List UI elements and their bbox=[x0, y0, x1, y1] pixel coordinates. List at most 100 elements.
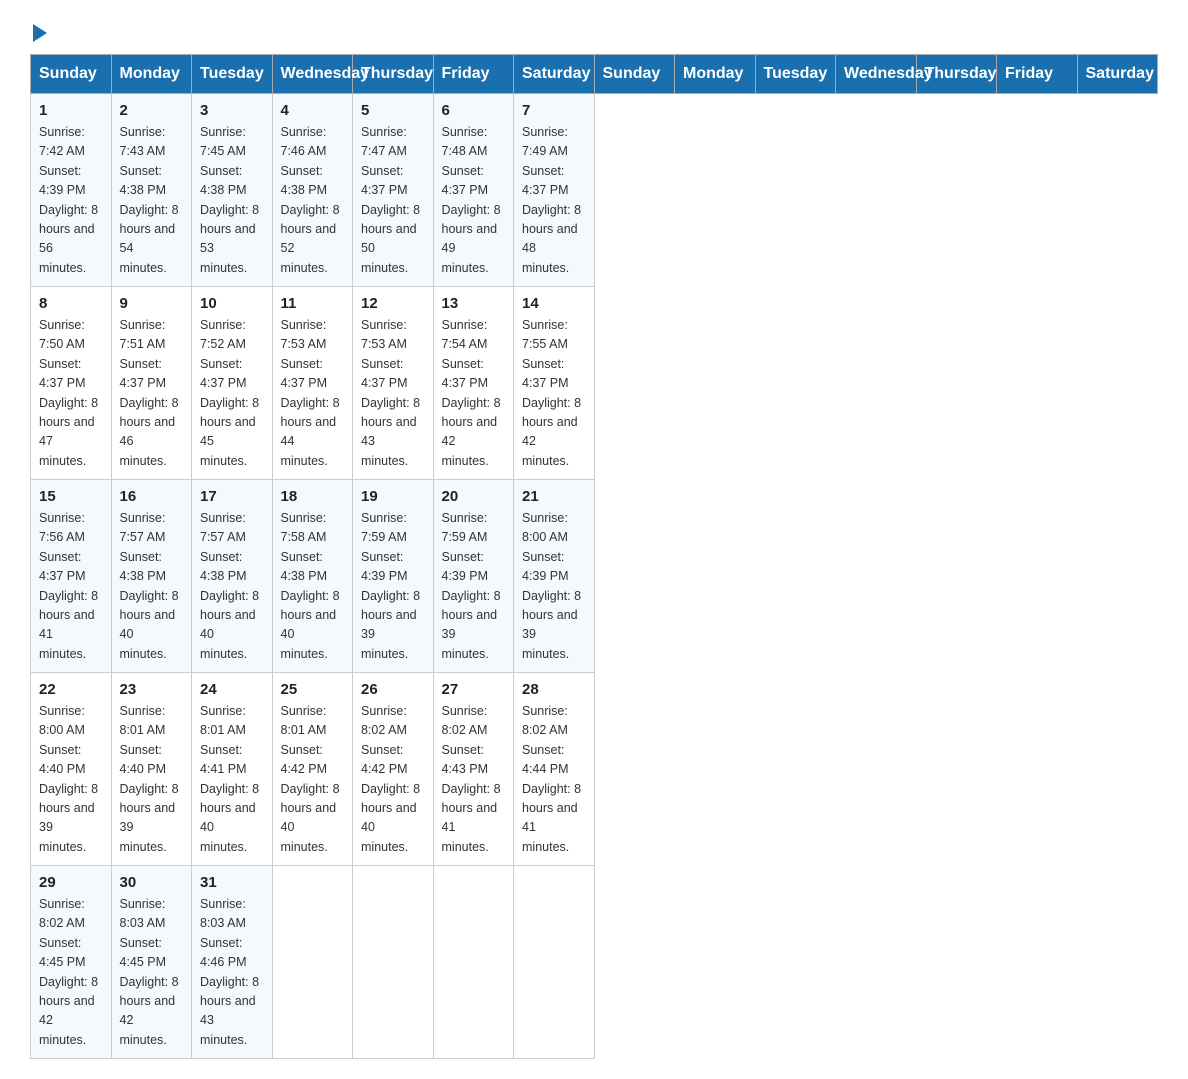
day-info: Sunrise: 8:02 AMSunset: 4:43 PMDaylight:… bbox=[442, 702, 506, 857]
day-number: 29 bbox=[39, 874, 103, 891]
day-number: 1 bbox=[39, 102, 103, 119]
logo-arrow-icon bbox=[33, 24, 47, 42]
day-info: Sunrise: 7:59 AMSunset: 4:39 PMDaylight:… bbox=[361, 509, 425, 664]
day-number: 17 bbox=[200, 488, 264, 505]
header-sunday: Sunday bbox=[594, 55, 675, 94]
day-number: 9 bbox=[120, 295, 184, 312]
day-number: 31 bbox=[200, 874, 264, 891]
day-info: Sunrise: 8:00 AMSunset: 4:40 PMDaylight:… bbox=[39, 702, 103, 857]
calendar-cell: 26Sunrise: 8:02 AMSunset: 4:42 PMDayligh… bbox=[353, 673, 434, 866]
day-number: 8 bbox=[39, 295, 103, 312]
day-info: Sunrise: 7:58 AMSunset: 4:38 PMDaylight:… bbox=[281, 509, 345, 664]
calendar-cell: 22 Sunrise: 8:00 AMSunset: 4:40 PMDayligh… bbox=[31, 673, 112, 866]
calendar-cell: 24 Sunrise: 8:01 AMSunset: 4:41 PMDayligh… bbox=[192, 673, 273, 866]
day-info: Sunrise: 8:01 AMSunset: 4:41 PMDaylight:… bbox=[200, 702, 264, 857]
header-friday: Friday bbox=[433, 55, 514, 94]
day-number: 16 bbox=[120, 488, 184, 505]
header-tuesday: Tuesday bbox=[755, 55, 836, 94]
day-info: Sunrise: 8:00 AMSunset: 4:39 PMDaylight:… bbox=[522, 509, 586, 664]
calendar-cell: 4 Sunrise: 7:46 AMSunset: 4:38 PMDaylight… bbox=[272, 94, 353, 287]
calendar-cell: 27 Sunrise: 8:02 AMSunset: 4:43 PMDayligh… bbox=[433, 673, 514, 866]
day-number: 7 bbox=[522, 102, 586, 119]
calendar-cell: 12 Sunrise: 7:53 AMSunset: 4:37 PMDayligh… bbox=[353, 287, 434, 480]
day-number: 23 bbox=[120, 681, 184, 698]
calendar-cell: 7 Sunrise: 7:49 AMSunset: 4:37 PMDaylight… bbox=[514, 94, 595, 287]
day-number: 4 bbox=[281, 102, 345, 119]
day-info: Sunrise: 7:50 AMSunset: 4:37 PMDaylight:… bbox=[39, 316, 103, 471]
day-info: Sunrise: 8:03 AMSunset: 4:45 PMDaylight:… bbox=[120, 895, 184, 1050]
calendar-cell: 16 Sunrise: 7:57 AMSunset: 4:38 PMDayligh… bbox=[111, 480, 192, 673]
day-number: 3 bbox=[200, 102, 264, 119]
header-saturday: Saturday bbox=[514, 55, 595, 94]
day-info: Sunrise: 7:46 AMSunset: 4:38 PMDaylight:… bbox=[281, 123, 345, 278]
day-info: Sunrise: 8:01 AMSunset: 4:40 PMDaylight:… bbox=[120, 702, 184, 857]
calendar-week-row: 22 Sunrise: 8:00 AMSunset: 4:40 PMDayligh… bbox=[31, 673, 1158, 866]
day-info: Sunrise: 7:57 AMSunset: 4:38 PMDaylight:… bbox=[200, 509, 264, 664]
header-thursday: Thursday bbox=[916, 55, 997, 94]
day-number: 12 bbox=[361, 295, 425, 312]
header-saturday: Saturday bbox=[1077, 55, 1158, 94]
calendar-cell: 19 Sunrise: 7:59 AMSunset: 4:39 PMDayligh… bbox=[353, 480, 434, 673]
day-info: Sunrise: 7:43 AMSunset: 4:38 PMDaylight:… bbox=[120, 123, 184, 278]
calendar-week-row: 1 Sunrise: 7:42 AMSunset: 4:39 PMDaylight… bbox=[31, 94, 1158, 287]
calendar-cell: 9 Sunrise: 7:51 AMSunset: 4:37 PMDaylight… bbox=[111, 287, 192, 480]
day-number: 2 bbox=[120, 102, 184, 119]
day-info: Sunrise: 7:51 AMSunset: 4:37 PMDaylight:… bbox=[120, 316, 184, 471]
day-number: 13 bbox=[442, 295, 506, 312]
calendar-cell: 30 Sunrise: 8:03 AMSunset: 4:45 PMDayligh… bbox=[111, 866, 192, 1059]
day-number: 24 bbox=[200, 681, 264, 698]
calendar-cell: 14 Sunrise: 7:55 AMSunset: 4:37 PMDayligh… bbox=[514, 287, 595, 480]
calendar-cell bbox=[353, 866, 434, 1059]
calendar-week-row: 15 Sunrise: 7:56 AMSunset: 4:37 PMDayligh… bbox=[31, 480, 1158, 673]
calendar-cell: 29Sunrise: 8:02 AMSunset: 4:45 PMDayligh… bbox=[31, 866, 112, 1059]
day-info: Sunrise: 8:02 AMSunset: 4:42 PMDaylight:… bbox=[361, 702, 425, 857]
day-info: Sunrise: 7:45 AMSunset: 4:38 PMDaylight:… bbox=[200, 123, 264, 278]
page-header bbox=[30, 20, 1158, 38]
day-number: 22 bbox=[39, 681, 103, 698]
day-info: Sunrise: 8:02 AMSunset: 4:44 PMDaylight:… bbox=[522, 702, 586, 857]
day-number: 19 bbox=[361, 488, 425, 505]
day-number: 30 bbox=[120, 874, 184, 891]
calendar-cell: 25 Sunrise: 8:01 AMSunset: 4:42 PMDayligh… bbox=[272, 673, 353, 866]
day-number: 11 bbox=[281, 295, 345, 312]
calendar-cell: 21Sunrise: 8:00 AMSunset: 4:39 PMDayligh… bbox=[514, 480, 595, 673]
day-number: 14 bbox=[522, 295, 586, 312]
calendar-cell: 18 Sunrise: 7:58 AMSunset: 4:38 PMDayligh… bbox=[272, 480, 353, 673]
day-number: 5 bbox=[361, 102, 425, 119]
calendar-cell: 3 Sunrise: 7:45 AMSunset: 4:38 PMDaylight… bbox=[192, 94, 273, 287]
day-info: Sunrise: 7:49 AMSunset: 4:37 PMDaylight:… bbox=[522, 123, 586, 278]
calendar-week-row: 29Sunrise: 8:02 AMSunset: 4:45 PMDayligh… bbox=[31, 866, 1158, 1059]
header-monday: Monday bbox=[111, 55, 192, 94]
header-sunday: Sunday bbox=[31, 55, 112, 94]
day-info: Sunrise: 8:01 AMSunset: 4:42 PMDaylight:… bbox=[281, 702, 345, 857]
day-number: 10 bbox=[200, 295, 264, 312]
day-info: Sunrise: 7:53 AMSunset: 4:37 PMDaylight:… bbox=[361, 316, 425, 471]
day-info: Sunrise: 8:03 AMSunset: 4:46 PMDaylight:… bbox=[200, 895, 264, 1050]
day-info: Sunrise: 7:48 AMSunset: 4:37 PMDaylight:… bbox=[442, 123, 506, 278]
calendar-cell: 23 Sunrise: 8:01 AMSunset: 4:40 PMDayligh… bbox=[111, 673, 192, 866]
calendar-cell bbox=[272, 866, 353, 1059]
day-info: Sunrise: 7:57 AMSunset: 4:38 PMDaylight:… bbox=[120, 509, 184, 664]
calendar-cell: 28 Sunrise: 8:02 AMSunset: 4:44 PMDayligh… bbox=[514, 673, 595, 866]
day-number: 18 bbox=[281, 488, 345, 505]
day-info: Sunrise: 7:56 AMSunset: 4:37 PMDaylight:… bbox=[39, 509, 103, 664]
day-info: Sunrise: 7:55 AMSunset: 4:37 PMDaylight:… bbox=[522, 316, 586, 471]
day-number: 15 bbox=[39, 488, 103, 505]
day-number: 25 bbox=[281, 681, 345, 698]
day-number: 27 bbox=[442, 681, 506, 698]
day-info: Sunrise: 7:52 AMSunset: 4:37 PMDaylight:… bbox=[200, 316, 264, 471]
header-friday: Friday bbox=[997, 55, 1078, 94]
calendar-cell: 1 Sunrise: 7:42 AMSunset: 4:39 PMDaylight… bbox=[31, 94, 112, 287]
header-wednesday: Wednesday bbox=[836, 55, 917, 94]
calendar-cell: 8 Sunrise: 7:50 AMSunset: 4:37 PMDaylight… bbox=[31, 287, 112, 480]
day-number: 28 bbox=[522, 681, 586, 698]
calendar-cell: 15 Sunrise: 7:56 AMSunset: 4:37 PMDayligh… bbox=[31, 480, 112, 673]
calendar-cell: 5Sunrise: 7:47 AMSunset: 4:37 PMDaylight… bbox=[353, 94, 434, 287]
logo bbox=[30, 20, 47, 38]
calendar-cell: 10 Sunrise: 7:52 AMSunset: 4:37 PMDayligh… bbox=[192, 287, 273, 480]
day-info: Sunrise: 7:53 AMSunset: 4:37 PMDaylight:… bbox=[281, 316, 345, 471]
day-info: Sunrise: 7:42 AMSunset: 4:39 PMDaylight:… bbox=[39, 123, 103, 278]
header-monday: Monday bbox=[675, 55, 756, 94]
calendar-cell: 6Sunrise: 7:48 AMSunset: 4:37 PMDaylight… bbox=[433, 94, 514, 287]
day-info: Sunrise: 7:54 AMSunset: 4:37 PMDaylight:… bbox=[442, 316, 506, 471]
